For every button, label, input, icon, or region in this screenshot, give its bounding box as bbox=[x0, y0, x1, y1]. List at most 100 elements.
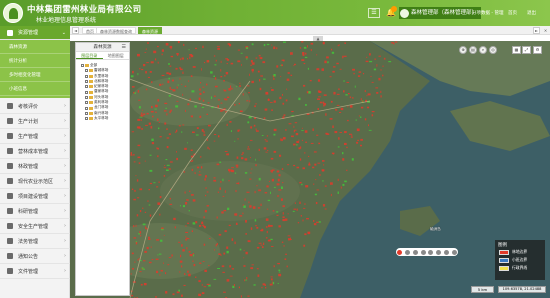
checkbox[interactable] bbox=[85, 85, 88, 89]
sidebar-item-research[interactable]: 科研管理 › bbox=[0, 204, 70, 219]
forest-parcel bbox=[260, 229, 263, 232]
forest-parcel bbox=[383, 58, 386, 60]
forest-parcel bbox=[234, 140, 236, 142]
forest-parcel bbox=[250, 126, 253, 129]
zoom-icon[interactable]: ⌕ bbox=[479, 46, 487, 54]
sidebar-item-legal[interactable]: 法务管理 › bbox=[0, 234, 70, 249]
forest-parcel bbox=[133, 154, 135, 156]
logout-link[interactable]: 退出 bbox=[527, 10, 536, 16]
pan-icon[interactable] bbox=[451, 249, 457, 255]
sidebar-item-production[interactable]: 生产管理 › bbox=[0, 129, 70, 144]
sidebar-item-project[interactable]: 项目建设管理 › bbox=[0, 189, 70, 204]
forest-parcel bbox=[228, 88, 231, 91]
forest-parcel bbox=[213, 55, 216, 57]
forest-parcel bbox=[140, 119, 142, 121]
tree-node[interactable]: 太平林场 bbox=[81, 116, 129, 121]
sidebar-item-plan[interactable]: 生产计划 › bbox=[0, 114, 70, 129]
file-icon bbox=[7, 268, 13, 274]
user-menu[interactable]: 森林管理部（森林管理部） bbox=[399, 7, 482, 19]
checkbox[interactable] bbox=[85, 80, 88, 84]
checkbox[interactable] bbox=[81, 64, 84, 68]
sidebar-subitem-subcompartment[interactable]: 小班信息 bbox=[0, 82, 70, 96]
checkbox[interactable] bbox=[85, 111, 88, 115]
sidebar-item-resource[interactable]: 资源管理 ⌄ bbox=[0, 26, 70, 40]
map-legend: 图例 林地边界 小班边界 行政界线 bbox=[495, 240, 545, 280]
zoom-in-icon[interactable] bbox=[436, 249, 442, 255]
forest-parcel bbox=[145, 71, 147, 74]
sidebar-item-notice[interactable]: 通知公告 › bbox=[0, 249, 70, 264]
forest-parcel bbox=[273, 265, 275, 268]
tab-layer-catalog[interactable]: 图层目录 bbox=[76, 52, 103, 59]
draw-icon[interactable] bbox=[405, 249, 411, 255]
tab-forest-resource[interactable]: 森林资源 bbox=[138, 27, 162, 34]
forest-parcel bbox=[260, 244, 263, 246]
data-manage-link[interactable]: 分项数据 - 管理 bbox=[472, 10, 503, 16]
forest-parcel bbox=[190, 115, 193, 118]
forest-parcel bbox=[228, 180, 230, 182]
line-icon[interactable] bbox=[412, 249, 418, 255]
forest-parcel bbox=[251, 62, 255, 65]
zoom-out-icon[interactable] bbox=[443, 249, 449, 255]
sidebar-item-forestadmin[interactable]: 林政管理 › bbox=[0, 159, 70, 174]
settings-icon[interactable]: ⚙ bbox=[533, 46, 542, 54]
forest-parcel bbox=[139, 210, 142, 213]
forest-parcel bbox=[130, 273, 132, 275]
forest-parcel bbox=[273, 128, 277, 132]
close-icon[interactable]: ✕ bbox=[542, 27, 549, 34]
forest-parcel bbox=[179, 205, 181, 207]
forest-parcel bbox=[231, 268, 235, 270]
checkbox[interactable] bbox=[85, 106, 88, 110]
tab-prev-button[interactable]: ◄ bbox=[72, 27, 79, 34]
checkbox[interactable] bbox=[85, 95, 88, 99]
sidebar-item-label: 科研管理 bbox=[18, 208, 39, 215]
menu-toggle-button[interactable]: ☰ bbox=[368, 8, 380, 18]
forest-parcel bbox=[324, 208, 327, 210]
forest-parcel bbox=[168, 72, 172, 75]
map-view[interactable]: 硇洲岛 bbox=[70, 41, 550, 298]
polygon-icon[interactable] bbox=[420, 249, 426, 255]
menu-icon[interactable]: ☰ bbox=[122, 43, 126, 52]
forest-parcel bbox=[316, 221, 319, 223]
forest-parcel bbox=[208, 148, 210, 150]
sidebar-subitem-forest[interactable]: 森林资源 bbox=[0, 40, 70, 54]
home-link[interactable]: 首页 bbox=[508, 10, 517, 16]
forest-parcel bbox=[170, 109, 172, 112]
legend-item: 行政界线 bbox=[495, 264, 545, 272]
chevron-right-icon: › bbox=[64, 103, 66, 109]
forest-parcel bbox=[265, 91, 269, 94]
erase-icon[interactable] bbox=[428, 249, 434, 255]
checkbox[interactable] bbox=[85, 90, 88, 94]
checkbox[interactable] bbox=[85, 69, 88, 73]
checkbox[interactable] bbox=[85, 74, 88, 78]
forest-parcel bbox=[168, 77, 170, 80]
pin-icon[interactable] bbox=[397, 249, 403, 255]
forest-parcel bbox=[176, 129, 178, 132]
forest-parcel bbox=[303, 46, 307, 49]
checkbox[interactable] bbox=[85, 117, 88, 121]
locate-icon[interactable]: ◎ bbox=[489, 46, 497, 54]
forest-parcel bbox=[286, 265, 288, 268]
sidebar-item-safety[interactable]: 安全生产管理 › bbox=[0, 219, 70, 234]
sidebar-item-cost[interactable]: 营林成本管理 › bbox=[0, 144, 70, 159]
forest-parcel bbox=[186, 199, 188, 201]
forest-parcel bbox=[192, 222, 196, 225]
forest-parcel bbox=[148, 238, 151, 240]
sidebar-subitem-multitemporal[interactable]: 多时相变化管理 bbox=[0, 68, 70, 82]
checkbox[interactable] bbox=[85, 101, 88, 105]
measure-icon[interactable]: ⊕ bbox=[459, 46, 467, 54]
sidebar-subitem-stats[interactable]: 统计分析 bbox=[0, 54, 70, 68]
tab-next-button[interactable]: ► bbox=[533, 27, 540, 34]
forest-parcel bbox=[139, 271, 142, 273]
tab-forest-query[interactable]: 森林资源数据查询 bbox=[96, 27, 136, 34]
tab-map-layers[interactable]: 地图图层 bbox=[103, 52, 130, 59]
forest-parcel bbox=[144, 160, 146, 162]
print-icon[interactable]: ▦ bbox=[512, 46, 521, 54]
forest-parcel bbox=[137, 259, 139, 261]
sidebar-item-farm[interactable]: 现代农业示范区 › bbox=[0, 174, 70, 189]
chevron-right-icon: › bbox=[64, 238, 66, 244]
sidebar-item-assessment[interactable]: 考核评价 › bbox=[0, 99, 70, 114]
forest-parcel bbox=[265, 237, 268, 239]
sidebar-item-files[interactable]: 文件管理 › bbox=[0, 264, 70, 279]
layers-icon[interactable]: ▤ bbox=[469, 46, 477, 54]
fullscreen-icon[interactable]: ⤢ bbox=[522, 46, 531, 54]
